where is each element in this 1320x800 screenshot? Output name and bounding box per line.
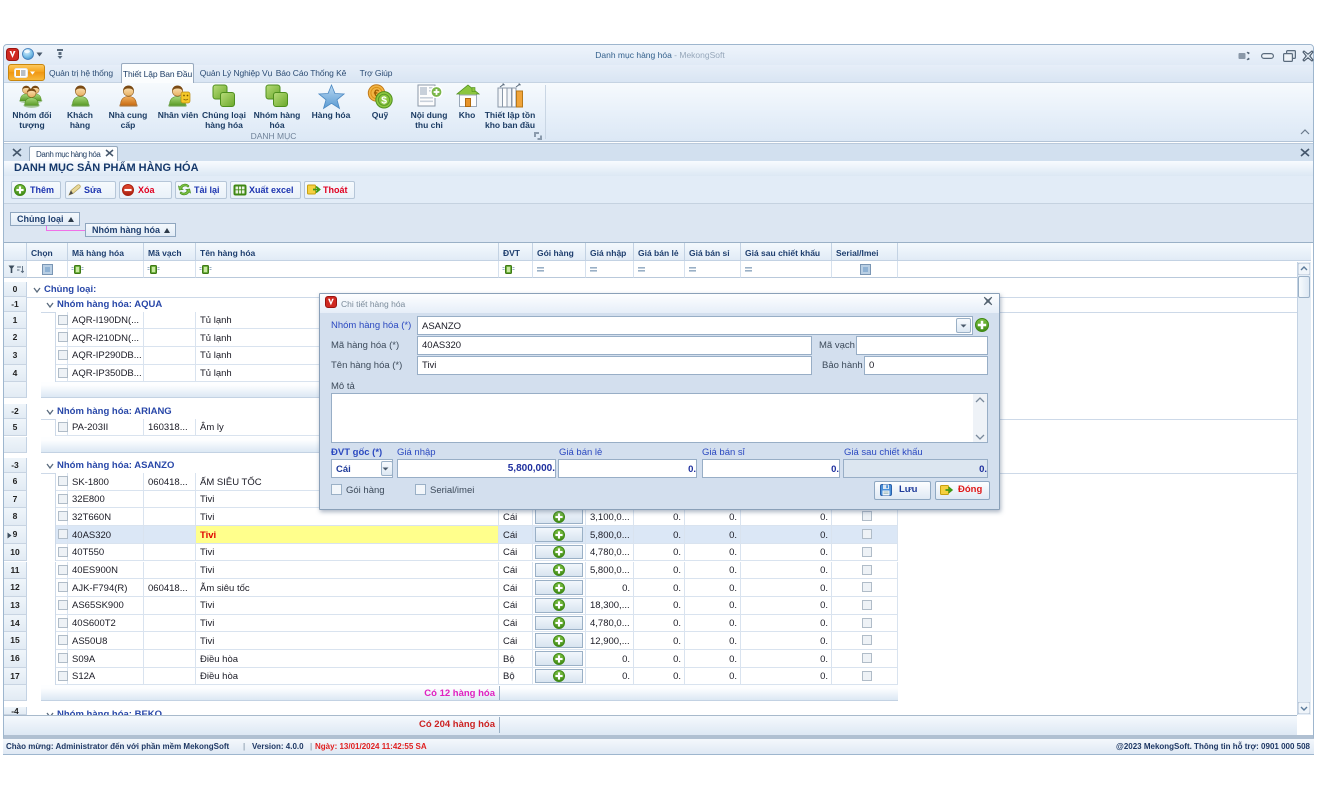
svg-text:$: $	[381, 95, 387, 107]
